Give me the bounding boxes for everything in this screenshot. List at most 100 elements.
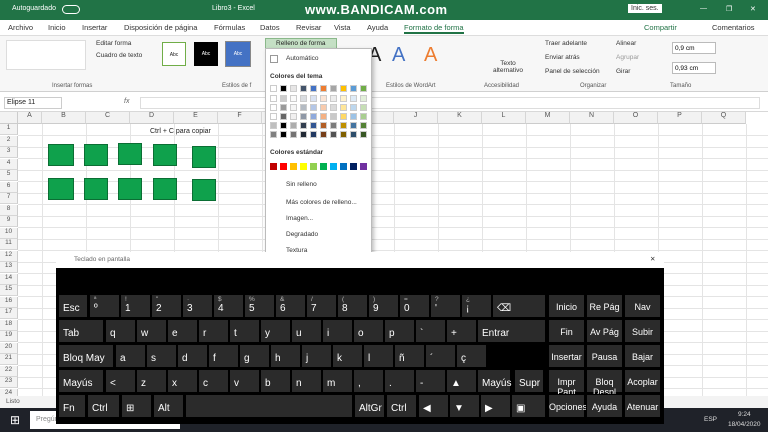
- key[interactable]: x: [167, 369, 198, 393]
- row-header[interactable]: 14: [0, 273, 18, 285]
- tab-archivo[interactable]: Archivo: [8, 23, 33, 32]
- key[interactable]: ´: [425, 344, 456, 368]
- color-swatch[interactable]: [310, 122, 317, 129]
- side-key[interactable]: Opciones: [548, 394, 587, 418]
- color-swatch[interactable]: [290, 163, 297, 170]
- key[interactable]: `: [415, 319, 446, 343]
- side-key[interactable]: Pausa: [586, 344, 623, 368]
- edit-shape-button[interactable]: Editar forma: [96, 40, 131, 47]
- color-swatch[interactable]: [350, 122, 357, 129]
- image-option[interactable]: Imagen...: [286, 215, 313, 222]
- column-header[interactable]: O: [614, 112, 658, 124]
- key[interactable]: ªº: [89, 294, 120, 318]
- column-header[interactable]: L: [482, 112, 526, 124]
- color-swatch[interactable]: [360, 113, 367, 120]
- color-swatch[interactable]: [310, 104, 317, 111]
- key[interactable]: y: [260, 319, 291, 343]
- key[interactable]: u: [291, 319, 322, 343]
- color-swatch[interactable]: [330, 122, 337, 129]
- color-swatch[interactable]: [320, 131, 327, 138]
- row-header[interactable]: 22: [0, 365, 18, 377]
- automatic-swatch[interactable]: [270, 55, 278, 63]
- side-key[interactable]: Acoplar: [624, 369, 661, 393]
- column-header[interactable]: M: [526, 112, 570, 124]
- key[interactable]: & 6: [275, 294, 306, 318]
- color-swatch[interactable]: [280, 85, 287, 92]
- autosave-toggle[interactable]: [62, 5, 80, 14]
- comments-button[interactable]: Comentarios: [712, 23, 755, 32]
- color-swatch[interactable]: [310, 113, 317, 120]
- width-input[interactable]: [672, 62, 716, 74]
- row-header[interactable]: 6: [0, 181, 18, 193]
- row-header[interactable]: 17: [0, 308, 18, 319]
- color-swatch[interactable]: [320, 163, 327, 170]
- row-header[interactable]: 2: [0, 135, 18, 147]
- color-swatch[interactable]: [320, 104, 327, 111]
- style-blue[interactable]: Abc: [225, 41, 251, 67]
- osk-close-icon[interactable]: ✕: [650, 255, 655, 263]
- row-header[interactable]: 5: [0, 170, 18, 181]
- row-header[interactable]: 15: [0, 285, 18, 296]
- color-swatch[interactable]: [350, 163, 357, 170]
- side-key[interactable]: Re Pág: [586, 294, 623, 318]
- column-header[interactable]: E: [174, 112, 218, 124]
- color-swatch[interactable]: [300, 163, 307, 170]
- row-header[interactable]: 7: [0, 193, 18, 204]
- key[interactable]: r: [198, 319, 229, 343]
- key[interactable]: ▣: [511, 394, 546, 418]
- row-header[interactable]: 20: [0, 342, 18, 354]
- green-shape[interactable]: [48, 144, 74, 166]
- tab-formulas[interactable]: Fórmulas: [214, 23, 245, 32]
- column-header[interactable]: P: [658, 112, 702, 124]
- key[interactable]: h: [270, 344, 301, 368]
- key[interactable]: Ctrl: [386, 394, 417, 418]
- formula-input[interactable]: [140, 97, 760, 109]
- key[interactable]: Bloq May: [58, 344, 114, 368]
- send-back-button[interactable]: Enviar atrás: [545, 54, 580, 61]
- tab-inicio[interactable]: Inicio: [48, 23, 66, 32]
- key[interactable]: d: [177, 344, 208, 368]
- color-swatch[interactable]: [270, 85, 277, 92]
- row-header[interactable]: 23: [0, 377, 18, 388]
- color-swatch[interactable]: [320, 85, 327, 92]
- color-swatch[interactable]: [280, 163, 287, 170]
- key[interactable]: Esc: [58, 294, 88, 318]
- key[interactable]: l: [363, 344, 394, 368]
- key[interactable]: v: [229, 369, 260, 393]
- side-key[interactable]: Subir: [624, 319, 661, 343]
- gradient-option[interactable]: Degradado: [286, 231, 318, 238]
- green-shape[interactable]: [48, 178, 74, 200]
- color-swatch[interactable]: [280, 131, 287, 138]
- row-header[interactable]: 19: [0, 331, 18, 342]
- color-swatch[interactable]: [360, 104, 367, 111]
- key[interactable]: ▼: [449, 394, 480, 418]
- align-button[interactable]: Alinear: [616, 40, 636, 47]
- key[interactable]: ç: [456, 344, 487, 368]
- green-shape[interactable]: [118, 143, 142, 165]
- green-shape[interactable]: [118, 178, 142, 200]
- column-header[interactable]: A: [18, 112, 42, 124]
- bring-forward-button[interactable]: Traer adelante: [545, 40, 587, 47]
- key[interactable]: i: [322, 319, 353, 343]
- green-shape[interactable]: [153, 178, 177, 200]
- rotate-button[interactable]: Girar: [616, 68, 630, 75]
- color-swatch[interactable]: [330, 113, 337, 120]
- key[interactable]: AltGr: [354, 394, 385, 418]
- color-swatch[interactable]: [270, 95, 277, 102]
- color-swatch[interactable]: [330, 163, 337, 170]
- supr-key[interactable]: Supr: [514, 369, 544, 393]
- key[interactable]: q: [105, 319, 136, 343]
- green-shape[interactable]: [153, 144, 177, 166]
- color-swatch[interactable]: [360, 163, 367, 170]
- select-all-corner[interactable]: [0, 112, 18, 124]
- row-header[interactable]: 8: [0, 204, 18, 216]
- alt-text-button[interactable]: Texto alternativo: [488, 60, 528, 74]
- more-colors-option[interactable]: Más colores de relleno...: [286, 199, 357, 206]
- color-swatch[interactable]: [300, 104, 307, 111]
- key[interactable]: g: [239, 344, 270, 368]
- tab-datos[interactable]: Datos: [260, 23, 280, 32]
- clock-time[interactable]: 9:24: [738, 411, 751, 418]
- row-header[interactable]: 9: [0, 216, 18, 227]
- color-swatch[interactable]: [290, 95, 297, 102]
- green-shape[interactable]: [192, 146, 216, 168]
